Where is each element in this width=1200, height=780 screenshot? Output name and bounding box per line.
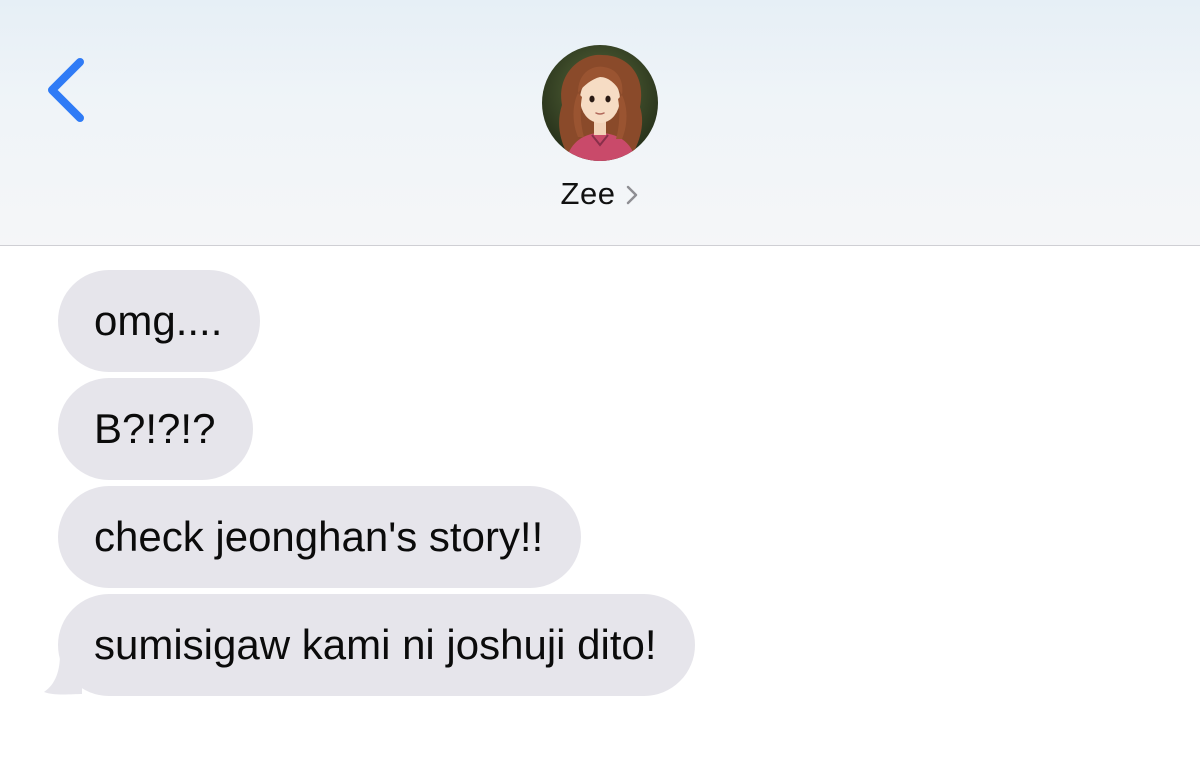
message-text: omg.... [94,297,223,344]
contact-name: Zee [560,176,616,211]
conversation-header: Zee [0,0,1200,246]
message-text: B?!?!? [94,405,216,452]
back-button[interactable] [34,50,98,130]
contact-name-row: Zee [0,172,1200,216]
received-message-bubble[interactable]: sumisigaw kami ni joshuji dito! [58,594,695,696]
message-thread[interactable]: omg.... B?!?!? check jeonghan's story!! … [0,246,1200,780]
contact-details-button[interactable]: Zee [561,176,640,212]
message-text: sumisigaw kami ni joshuji dito! [94,621,657,668]
bubble-tail [44,640,82,695]
avatar[interactable] [542,45,658,161]
message-text: check jeonghan's story!! [94,513,544,560]
chevron-left-icon [34,50,98,130]
received-message-bubble[interactable]: omg.... [58,270,261,372]
chevron-right-icon [625,182,639,206]
received-message-bubble[interactable]: B?!?!? [58,378,254,480]
received-message-bubble[interactable]: check jeonghan's story!! [58,486,582,588]
